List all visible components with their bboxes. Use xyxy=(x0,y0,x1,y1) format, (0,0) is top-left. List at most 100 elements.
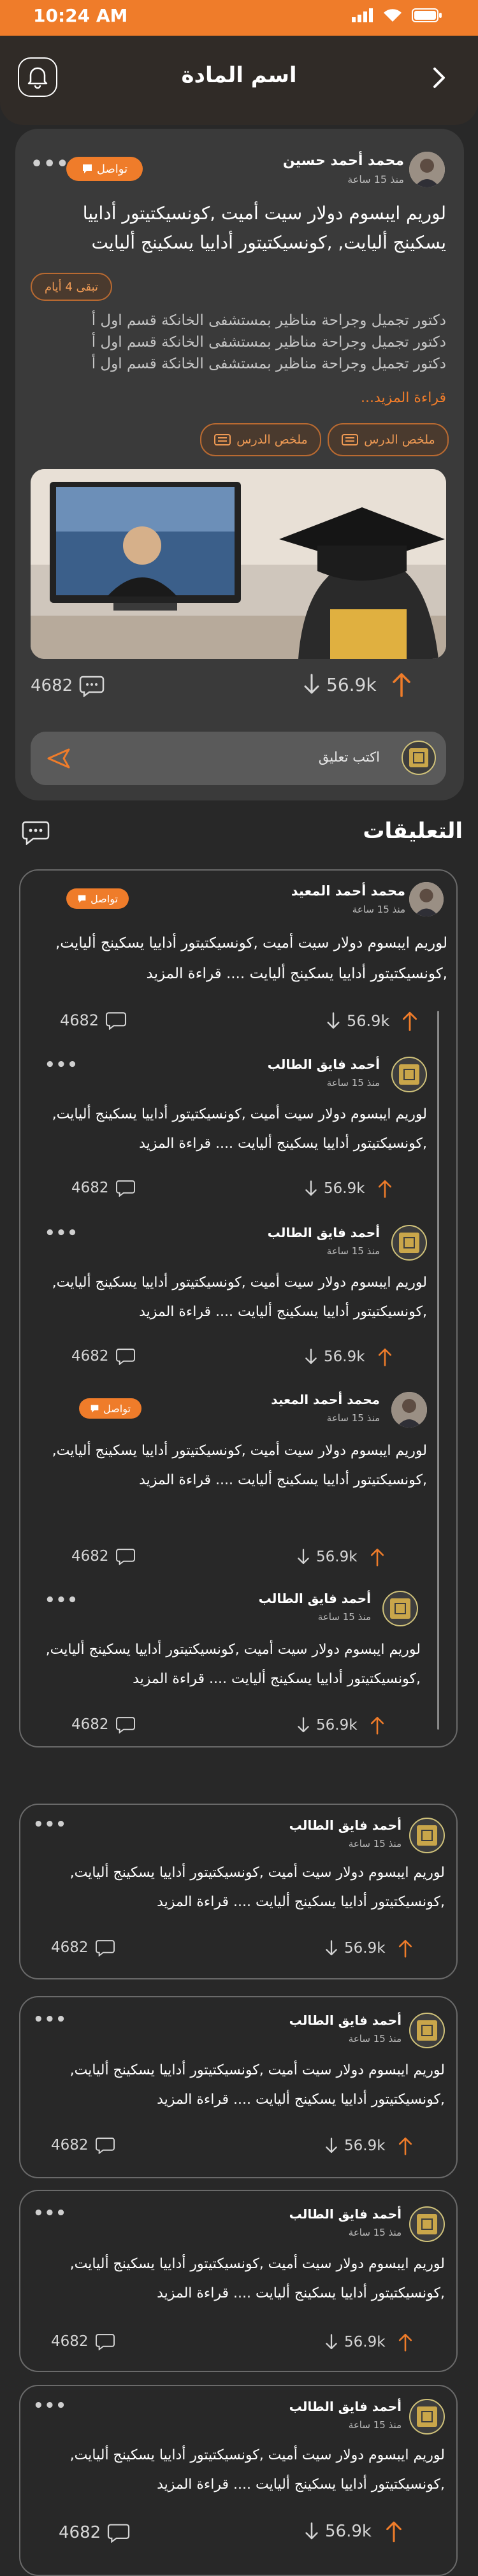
person-photo-icon xyxy=(409,152,445,187)
downvote-icon[interactable] xyxy=(305,1349,317,1365)
upvote-icon[interactable] xyxy=(378,1179,392,1198)
upvote-icon[interactable] xyxy=(402,1011,417,1031)
upvote-icon[interactable] xyxy=(370,1716,384,1735)
downvote-icon[interactable] xyxy=(297,1549,310,1565)
comment-replies-counter[interactable]: 4682 xyxy=(51,2136,115,2154)
status-time: 10:24 AM xyxy=(33,5,128,26)
read-more-link[interactable]: قراءة المزيد... xyxy=(361,390,446,406)
downvote-icon[interactable] xyxy=(303,674,320,695)
comment-avatar xyxy=(409,1818,445,1853)
votes-count: 56.9k xyxy=(326,674,377,695)
more-options-icon[interactable]: ••• xyxy=(45,1591,78,1610)
contact-badge-label: تواصل xyxy=(96,162,128,176)
comment-time: منذ 15 ساعة xyxy=(348,2419,402,2431)
downvote-icon[interactable] xyxy=(326,1012,340,1030)
user-avatar xyxy=(402,741,436,775)
comments-counter[interactable]: 4682 xyxy=(31,674,105,697)
comment-text: لوريم ايبسوم دولار سيت أميت ,كونسيكتيتور… xyxy=(69,2062,445,2108)
comment-time: منذ 15 ساعة xyxy=(348,2227,402,2238)
upvote-icon[interactable] xyxy=(398,2136,412,2155)
comment-icon xyxy=(95,2334,115,2350)
lesson-summary-tag[interactable]: ملخص الدرس xyxy=(200,423,321,456)
reply-votes: 56.9k xyxy=(297,1716,384,1735)
upvote-icon[interactable] xyxy=(386,2520,402,2543)
comment-avatar xyxy=(409,2013,445,2048)
chat-bubble-icon xyxy=(82,164,92,173)
more-options-icon[interactable]: ••• xyxy=(31,153,69,175)
more-options-icon[interactable]: ••• xyxy=(33,2396,67,2415)
comment-author: أحمد فايق الطالب xyxy=(289,2399,402,2414)
contact-badge[interactable]: تواصل xyxy=(66,157,143,181)
reply-votes: 56.9k xyxy=(305,1347,392,1366)
reply-votes: 56.9k xyxy=(297,1547,384,1567)
upvote-icon[interactable] xyxy=(370,1547,384,1567)
contact-badge[interactable]: تواصل xyxy=(79,1398,141,1419)
tag-label: ملخص الدرس xyxy=(236,433,308,447)
comment-votes: 56.9k xyxy=(326,1011,417,1031)
reply-comments-count: 4682 xyxy=(71,1716,109,1733)
comment-votes: 56.9k xyxy=(325,1939,412,1958)
comment-replies-counter[interactable]: 4682 xyxy=(51,1939,115,1957)
downvote-icon[interactable] xyxy=(325,1940,338,1957)
description-line: دكتور تجميل وجراحة مناظير بمستشفى الخانك… xyxy=(91,334,446,351)
post-image[interactable] xyxy=(31,469,446,659)
author-avatar xyxy=(409,152,445,187)
reply-avatar xyxy=(391,1392,427,1428)
comments-icon xyxy=(22,821,50,845)
reply: أحمد فايق الطالب منذ 15 ساعة ••• لوريم ا… xyxy=(45,1213,430,1379)
comment-replies-count: 4682 xyxy=(60,1011,99,1029)
post-time: منذ 15 ساعة xyxy=(347,173,404,185)
comment-icon xyxy=(79,676,105,697)
more-options-icon[interactable]: ••• xyxy=(33,1815,67,1834)
comment-icon xyxy=(106,1012,127,1030)
comment-avatar xyxy=(409,882,444,916)
downvote-icon[interactable] xyxy=(325,2334,338,2350)
post-description: دكتور تجميل وجراحة مناظير بمستشفى الخانك… xyxy=(31,310,446,375)
reply-time: منذ 15 ساعة xyxy=(317,1611,371,1623)
comment-votes-count: 56.9k xyxy=(325,2522,372,2541)
reply-comments-counter[interactable]: 4682 xyxy=(71,1547,136,1565)
description-line: دكتور تجميل وجراحة مناظير بمستشفى الخانك… xyxy=(91,356,446,372)
reply-text: لوريم ايبسوم دولار سيت أميت ,كونسيكتيتور… xyxy=(52,1106,427,1152)
downvote-icon[interactable] xyxy=(325,2138,338,2154)
more-options-icon[interactable]: ••• xyxy=(33,2204,67,2223)
reply-avatar xyxy=(391,1225,427,1261)
back-button[interactable] xyxy=(427,60,453,96)
lesson-summary-tag[interactable]: ملخص الدرس xyxy=(328,423,449,456)
upvote-icon[interactable] xyxy=(378,1347,392,1366)
upvote-icon[interactable] xyxy=(398,1939,412,1958)
reply-comments-counter[interactable]: 4682 xyxy=(71,1347,136,1365)
downvote-icon[interactable] xyxy=(297,1717,310,1733)
more-options-icon[interactable]: ••• xyxy=(45,1055,78,1075)
reply-text: لوريم ايبسوم دولار سيت أميت ,كونسيكتيتور… xyxy=(52,1443,427,1488)
comment-text: لوريم ايبسوم دولار سيت أميت ,كونسيكتيتور… xyxy=(69,2256,445,2301)
comment-votes-count: 56.9k xyxy=(344,1940,386,1957)
reply: محمد أحمد المعيد منذ 15 ساعة تواصل لوريم… xyxy=(45,1386,430,1577)
post-title: لوريم ايبسوم دولار سيت أميت ,كونسيكتيتور… xyxy=(82,203,446,253)
reply-text: لوريم ايبسوم دولار سيت أميت ,كونسيكتيتور… xyxy=(52,1275,427,1320)
downvote-icon[interactable] xyxy=(305,2522,319,2541)
graduation-photo-icon xyxy=(31,469,446,659)
reply-votes-count: 56.9k xyxy=(316,1549,358,1565)
upvote-icon[interactable] xyxy=(392,672,411,697)
reply-comments-counter[interactable]: 4682 xyxy=(71,1716,136,1733)
reply-comments-counter[interactable]: 4682 xyxy=(71,1179,136,1197)
comment-replies-counter[interactable]: 4682 xyxy=(59,2522,130,2543)
comment-input[interactable]: اكتب تعليق xyxy=(319,749,380,765)
downvote-icon[interactable] xyxy=(305,1180,317,1197)
comment-replies-count: 4682 xyxy=(59,2523,101,2542)
upvote-icon[interactable] xyxy=(398,2333,412,2352)
comment-replies-counter[interactable]: 4682 xyxy=(51,2333,115,2350)
comment-replies-count: 4682 xyxy=(51,2333,89,2350)
comment-icon xyxy=(115,1549,135,1565)
more-options-icon[interactable]: ••• xyxy=(33,2010,67,2029)
contact-badge[interactable]: تواصل xyxy=(66,888,129,909)
signal-icon xyxy=(352,8,373,22)
comment-author: محمد أحمد المعيد xyxy=(291,883,405,899)
person-photo-icon xyxy=(409,882,444,916)
comment-input-box[interactable]: اكتب تعليق xyxy=(31,732,446,785)
reply-author: أحمد فايق الطالب xyxy=(258,1591,371,1606)
more-options-icon[interactable]: ••• xyxy=(45,1224,78,1243)
send-icon[interactable] xyxy=(46,747,71,770)
comment-replies-counter[interactable]: 4682 xyxy=(60,1011,127,1030)
